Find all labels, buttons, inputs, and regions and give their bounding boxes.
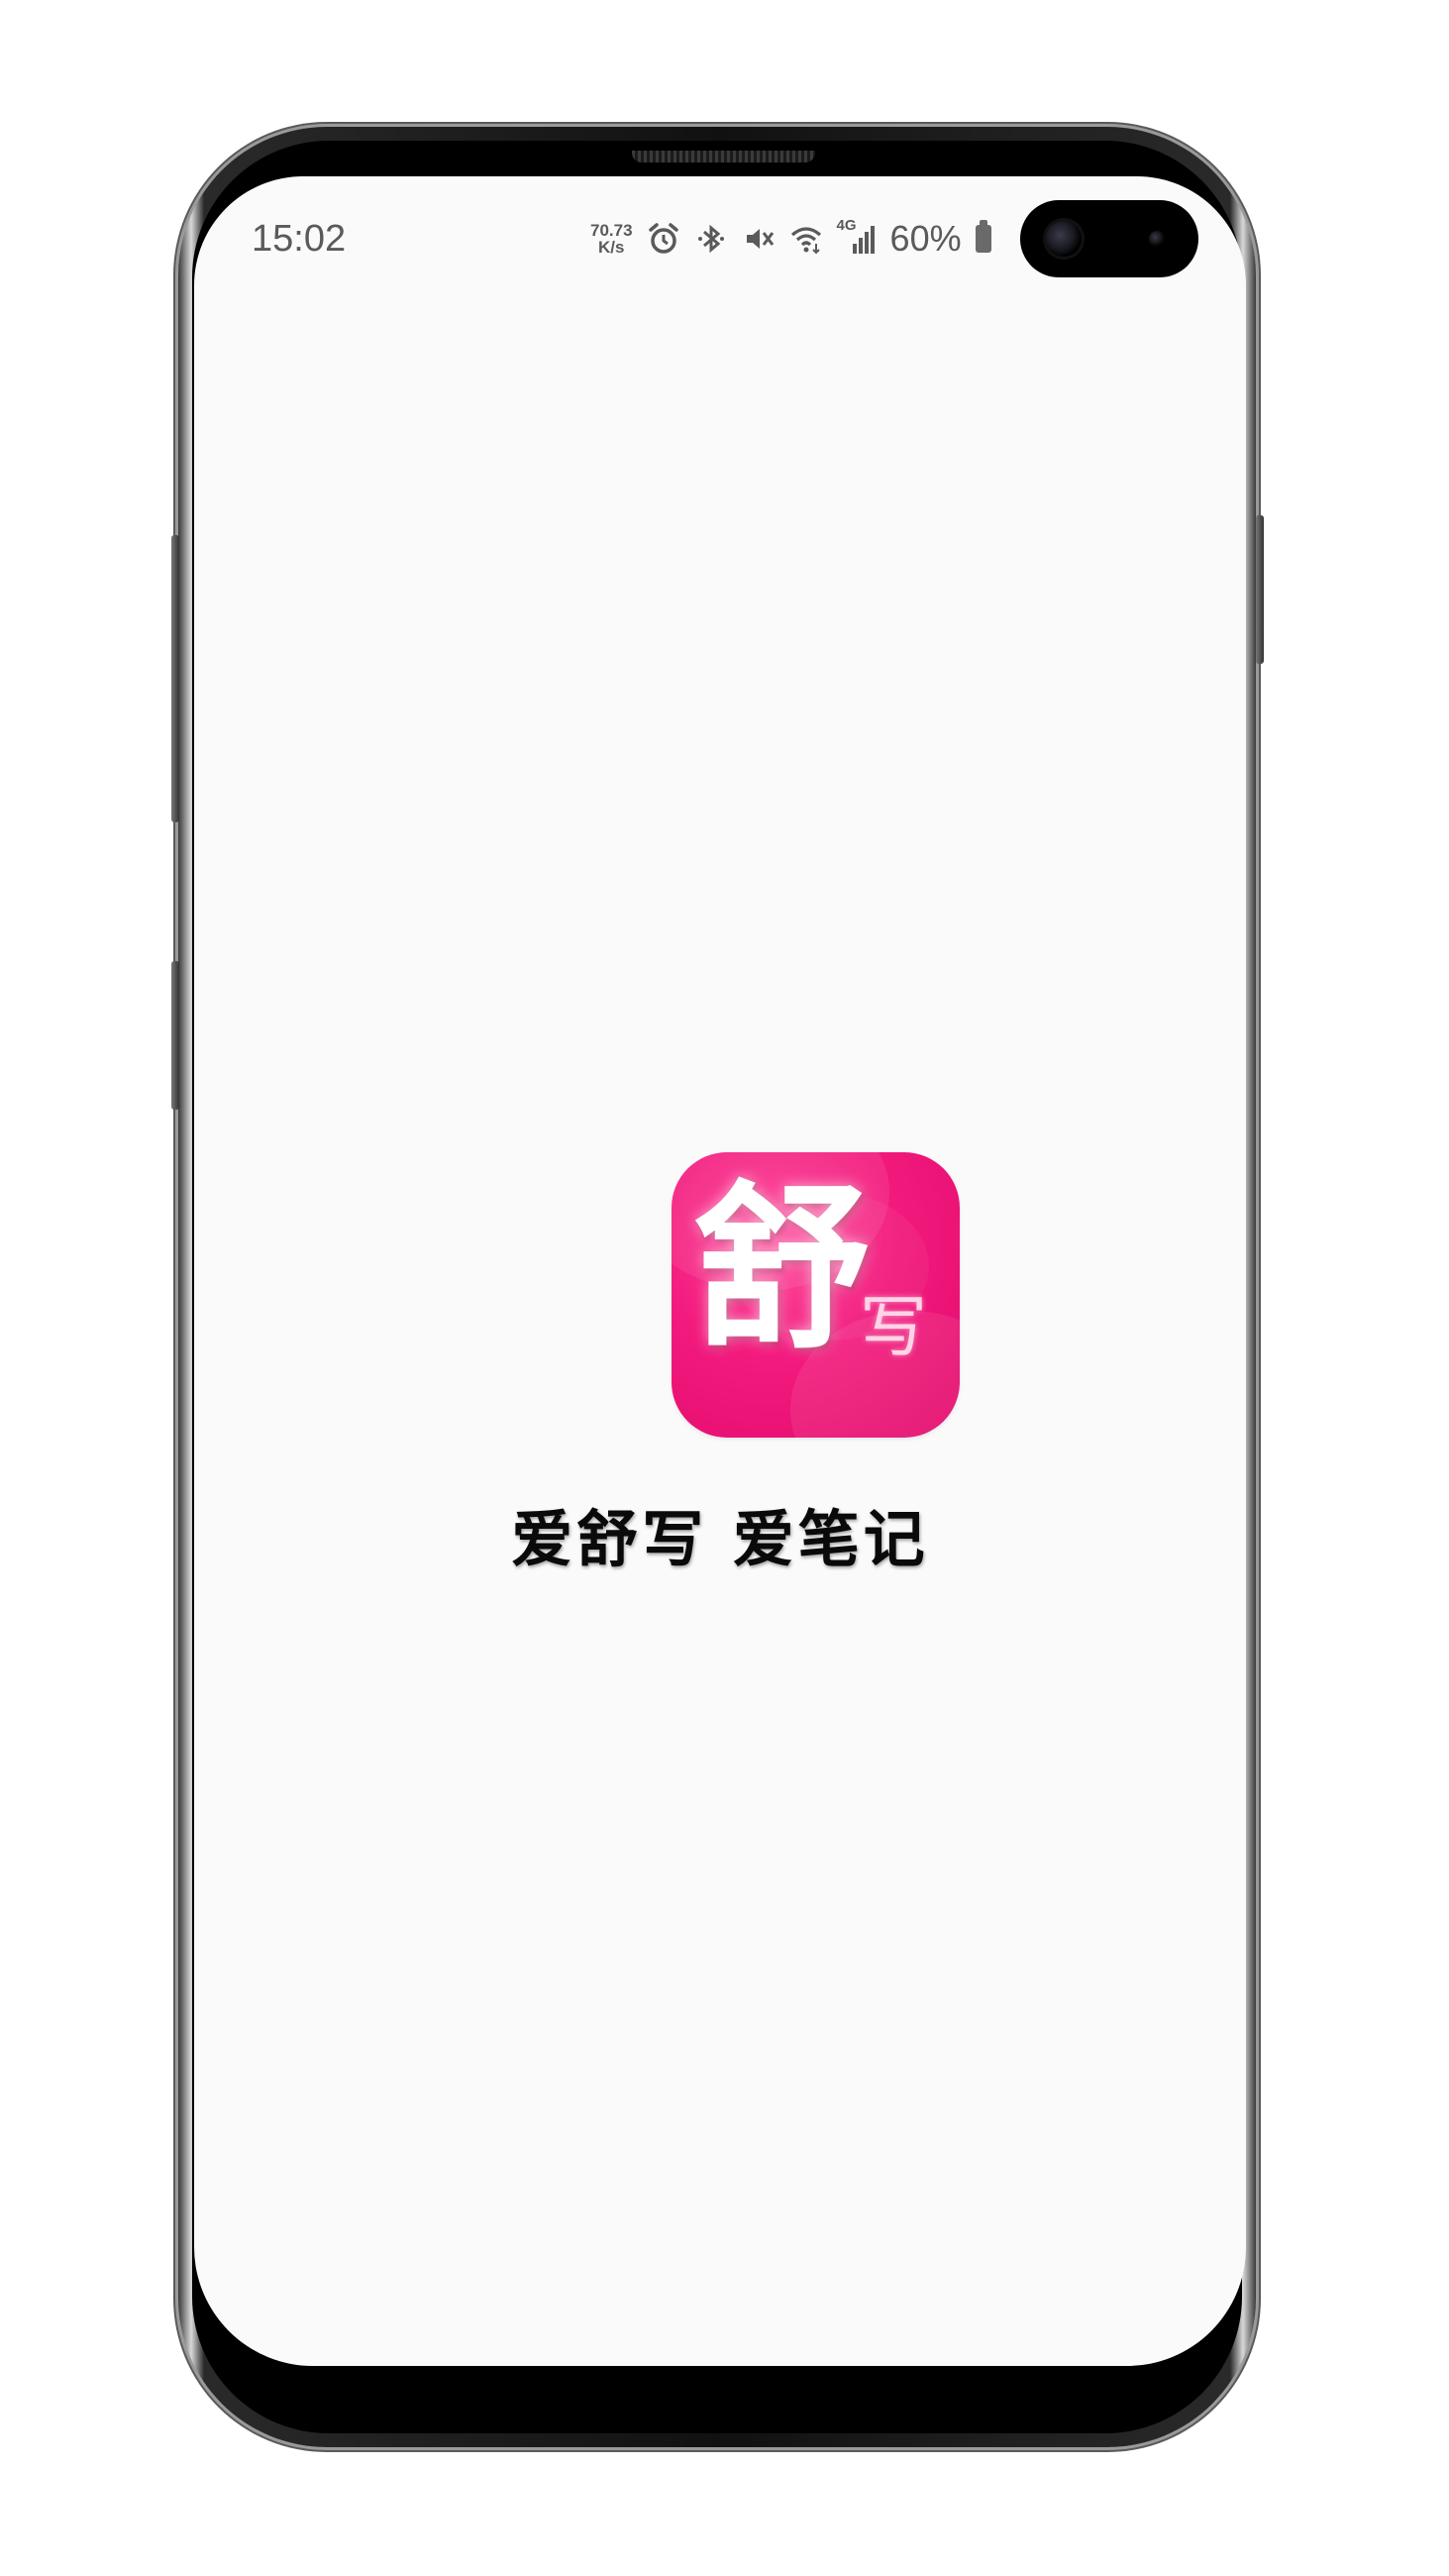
wifi-icon — [790, 227, 821, 255]
status-icons: 70.73 K/s 4G 60% — [590, 214, 991, 264]
volume-up-button — [171, 535, 179, 822]
earpiece-speaker — [632, 151, 815, 162]
network-speed-unit: K/s — [598, 238, 625, 257]
phone-screen: 15:02 70.73 K/s 4G 60% 舒 写 爱舒写 爱笔记 — [194, 176, 1246, 2366]
bixby-button — [171, 961, 179, 1110]
status-time: 15:02 — [252, 218, 347, 260]
camera-cutout — [1020, 200, 1198, 277]
device-mockup: 15:02 70.73 K/s 4G 60% 舒 写 爱舒写 爱笔记 — [0, 0, 1449, 2576]
alarm-icon — [648, 223, 678, 254]
bluetooth-icon — [697, 224, 724, 254]
logo-main-char: 舒 — [693, 1164, 873, 1373]
mute-icon — [746, 229, 774, 249]
logo-sub-char: 写 — [860, 1289, 928, 1367]
battery-icon — [975, 220, 991, 253]
status-bar: 15:02 70.73 K/s 4G 60% — [194, 176, 1246, 277]
battery-percent: 60% — [889, 218, 962, 259]
front-camera-lens — [1046, 221, 1082, 257]
network-speed-value: 70.73 — [590, 221, 633, 240]
signal-icon — [852, 226, 875, 254]
depth-sensor — [1149, 231, 1165, 247]
splash-slogan: 爱舒写 爱笔记 — [511, 1503, 929, 1575]
power-button — [1256, 515, 1264, 664]
network-speed: 70.73 K/s — [590, 222, 633, 256]
app-logo: 舒 写 — [672, 1152, 960, 1438]
cellular-signal: 4G — [837, 217, 877, 257]
